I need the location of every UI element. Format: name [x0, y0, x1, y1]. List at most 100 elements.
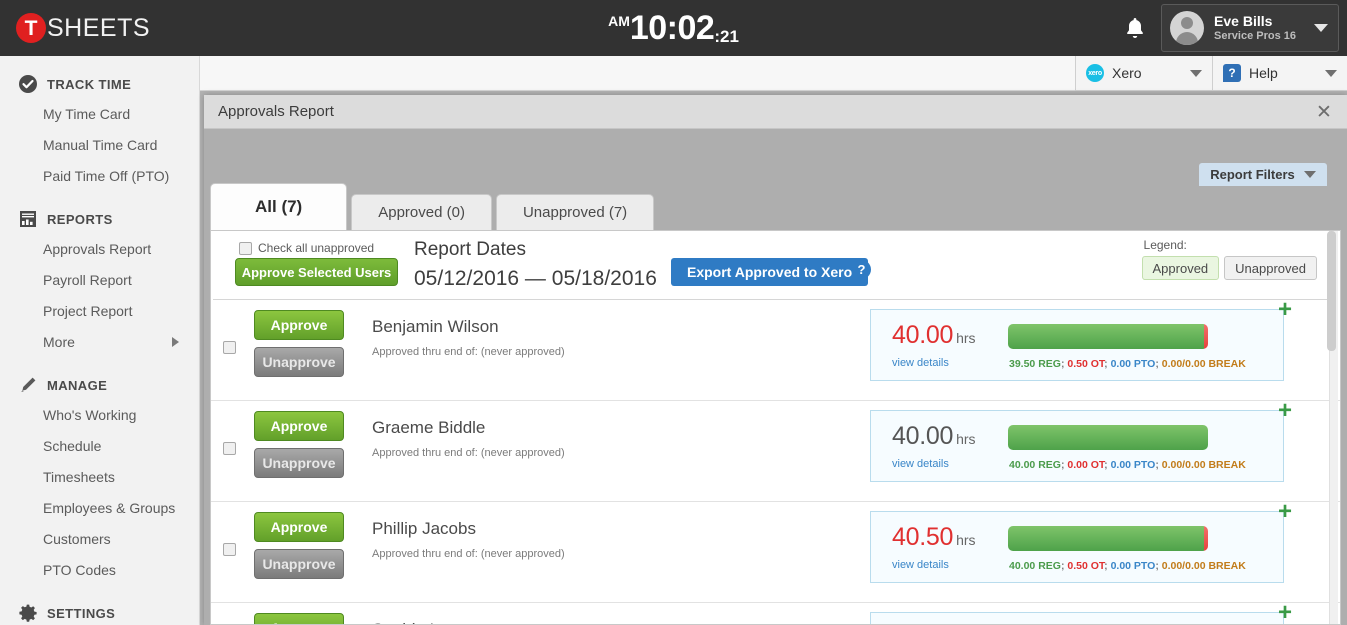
check-all-checkbox[interactable] — [239, 241, 252, 255]
view-details-link[interactable]: view details — [892, 559, 949, 571]
unapprove-button[interactable]: Unapprove — [254, 549, 344, 579]
tsheets-logo-text: SHEETS — [47, 13, 151, 42]
tsheets-logo[interactable]: T SHEETS — [16, 13, 150, 43]
help-circle-icon[interactable]: ? — [852, 260, 871, 279]
sidebar-item-pto-codes[interactable]: PTO Codes — [0, 554, 199, 585]
chevron-down-icon[interactable] — [1314, 24, 1328, 32]
sidebar-item-customers[interactable]: Customers — [0, 523, 199, 554]
report-filters-button[interactable]: Report Filters — [1199, 163, 1327, 186]
sidebar-item-more[interactable]: More — [0, 326, 199, 357]
sidebar-item-manual-time-card[interactable]: Manual Time Card — [0, 129, 199, 160]
sidebar-item-label: Approvals Report — [43, 240, 152, 257]
sidebar-item-my-time-card[interactable]: My Time Card — [0, 98, 199, 129]
sidebar-heading-track-time[interactable]: TRACK TIME — [0, 70, 199, 98]
approve-button[interactable]: Approve — [254, 512, 344, 542]
sidebar-group-track-time: TRACK TIME My Time Card Manual Time Card… — [0, 70, 199, 191]
check-all-unapproved[interactable]: Check all unapproved — [239, 241, 374, 255]
approve-selected-users-button[interactable]: Approve Selected Users — [235, 258, 398, 286]
modal-header: Approvals Report ✕ — [204, 95, 1347, 129]
breakdown-break: 0.00/0.00 BREAK — [1161, 459, 1246, 471]
plus-icon[interactable]: + — [1276, 499, 1294, 523]
sidebar-item-label: Employees & Groups — [43, 499, 176, 516]
employee-name: Sophie Longmore — [372, 620, 506, 624]
hours-total: 40.00 hrs — [892, 422, 976, 451]
xero-dropdown[interactable]: xero Xero — [1075, 56, 1212, 91]
user-company: Service Pros 16 — [1214, 29, 1296, 42]
modal-body: Report Filters All (7) Approved (0) Unap… — [204, 129, 1347, 625]
xero-icon: xero — [1086, 64, 1104, 82]
hours-total: 40.00 hrs — [892, 321, 976, 350]
row-checkbox[interactable] — [223, 341, 236, 354]
sidebar-item-project-report[interactable]: Project Report — [0, 295, 199, 326]
sidebar-item-approvals-report[interactable]: Approvals Report — [0, 233, 199, 264]
view-details-link[interactable]: view details — [892, 357, 949, 369]
sidebar-item-timesheets[interactable]: Timesheets — [0, 461, 199, 492]
clock-seconds: :21 — [714, 27, 739, 46]
hours-value: 40.50 — [892, 523, 954, 551]
clock-time: 10:02 — [629, 9, 715, 47]
vertical-scrollbar-track[interactable] — [1327, 231, 1338, 624]
hours-unit: hrs — [956, 532, 976, 548]
row-checkbox[interactable] — [223, 543, 236, 556]
app-root: T SHEETS AM 10:02 :21 Eve Bills Service … — [0, 0, 1347, 625]
export-approved-to-xero-button[interactable]: Export Approved to Xero — [671, 258, 869, 286]
sidebar-item-label: Schedule — [43, 437, 102, 454]
report-dates: Report Dates 05/12/2016 — 05/18/2016 — [414, 239, 657, 291]
approvals-report-modal: Approvals Report ✕ Report Filters All (7… — [204, 95, 1347, 625]
approve-button[interactable]: Approve — [254, 613, 344, 624]
approved-thru-text: Approved thru end of: (never approved) — [372, 346, 565, 358]
hours-value: 40.00 — [892, 422, 954, 450]
hours-bar — [1008, 425, 1208, 450]
avatar — [1170, 11, 1205, 45]
close-icon[interactable]: ✕ — [1313, 101, 1335, 123]
sidebar-heading-label: SETTINGS — [47, 605, 116, 621]
sidebar-item-label: Payroll Report — [43, 271, 132, 288]
chevron-right-icon — [172, 336, 179, 347]
sidebar-heading-reports[interactable]: REPORTS — [0, 205, 199, 233]
approve-button[interactable]: Approve — [254, 310, 344, 340]
row-checkbox[interactable] — [223, 442, 236, 455]
view-details-link[interactable]: view details — [892, 458, 949, 470]
breakdown-pto: 0.00 PTO — [1110, 358, 1156, 370]
sidebar-item-label: More — [43, 333, 75, 350]
xero-label: Xero — [1112, 65, 1142, 81]
sidebar-heading-manage[interactable]: MANAGE — [0, 371, 199, 399]
report-dates-title: Report Dates — [414, 239, 526, 260]
sidebar-item-label: Project Report — [43, 302, 133, 319]
gear-icon — [19, 604, 37, 622]
panel-toolbar: Check all unapproved Approve Selected Us… — [211, 231, 1340, 299]
plus-icon[interactable]: + — [1276, 600, 1294, 624]
unapprove-button[interactable]: Unapprove — [254, 448, 344, 478]
check-all-label: Check all unapproved — [258, 241, 375, 255]
breakdown-break: 0.00/0.00 BREAK — [1161, 560, 1246, 572]
sidebar-item-paid-time-off[interactable]: Paid Time Off (PTO) — [0, 160, 199, 191]
approve-button[interactable]: Approve — [254, 411, 344, 441]
sidebar-item-employees-groups[interactable]: Employees & Groups — [0, 492, 199, 523]
sidebar-item-whos-working[interactable]: Who's Working — [0, 399, 199, 430]
sidebar-item-schedule[interactable]: Schedule — [0, 430, 199, 461]
page-title: Approvals Report — [218, 103, 334, 120]
tab-all[interactable]: All (7) — [210, 183, 348, 230]
bar-segment-overtime — [1204, 324, 1208, 349]
hours-total: 40.50 hrs — [892, 523, 976, 552]
breakdown-pto: 0.00 PTO — [1110, 560, 1156, 572]
sidebar-heading-settings[interactable]: SETTINGS — [0, 599, 199, 625]
bell-icon[interactable] — [1117, 10, 1153, 46]
table-row: Approve Unapprove Phillip Jacobs Approve… — [211, 499, 1340, 603]
user-menu[interactable]: Eve Bills Service Pros 16 — [1161, 4, 1339, 52]
report-dates-range: 05/12/2016 — 05/18/2016 — [414, 267, 657, 290]
hours-breakdown: 40.00 REG; 0.50 OT; 0.00 PTO; 0.00/0.00 … — [1009, 560, 1246, 572]
unapprove-button[interactable]: Unapprove — [254, 347, 344, 377]
sidebar-item-label: Manual Time Card — [43, 136, 158, 153]
plus-icon[interactable]: + — [1276, 297, 1294, 321]
sidebar-item-payroll-report[interactable]: Payroll Report — [0, 264, 199, 295]
plus-icon[interactable]: + — [1276, 398, 1294, 422]
sidebar: TRACK TIME My Time Card Manual Time Card… — [0, 56, 200, 625]
breakdown-ot: 0.50 OT — [1067, 358, 1105, 370]
help-dropdown[interactable]: ? Help — [1212, 56, 1347, 91]
bar-segment-regular — [1008, 526, 1204, 551]
vertical-scrollbar-thumb[interactable] — [1327, 231, 1336, 351]
header-right-controls: Eve Bills Service Pros 16 — [1117, 0, 1339, 56]
tab-unapproved[interactable]: Unapproved (7) — [495, 194, 655, 230]
tab-approved[interactable]: Approved (0) — [351, 194, 492, 230]
